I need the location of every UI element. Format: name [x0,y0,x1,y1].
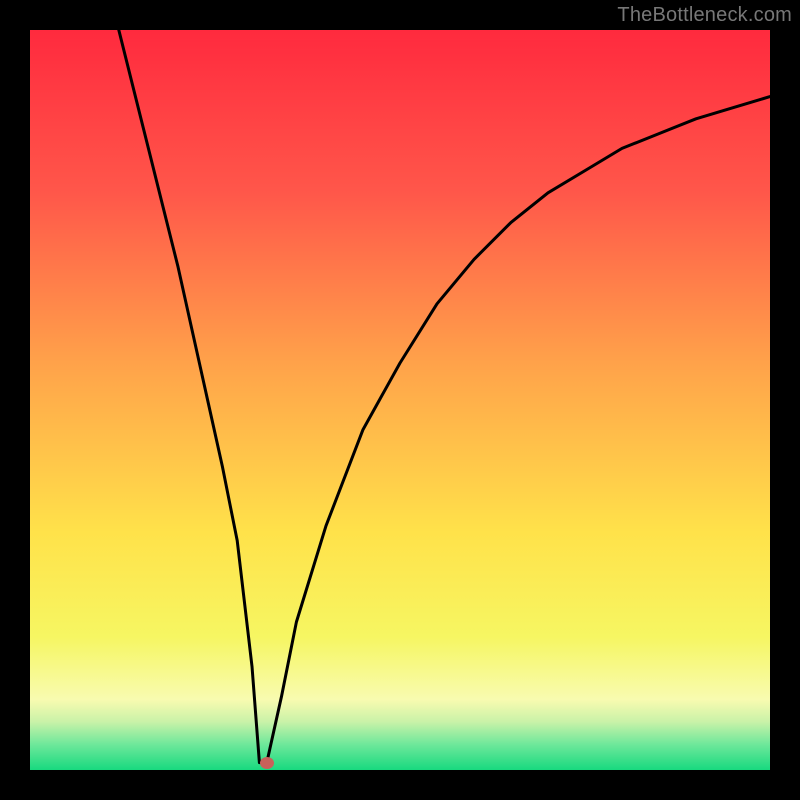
chart-frame: TheBottleneck.com [0,0,800,800]
curve-line [30,30,770,770]
watermark-text: TheBottleneck.com [617,4,792,27]
minimum-marker [260,757,274,769]
plot-area [30,30,770,770]
